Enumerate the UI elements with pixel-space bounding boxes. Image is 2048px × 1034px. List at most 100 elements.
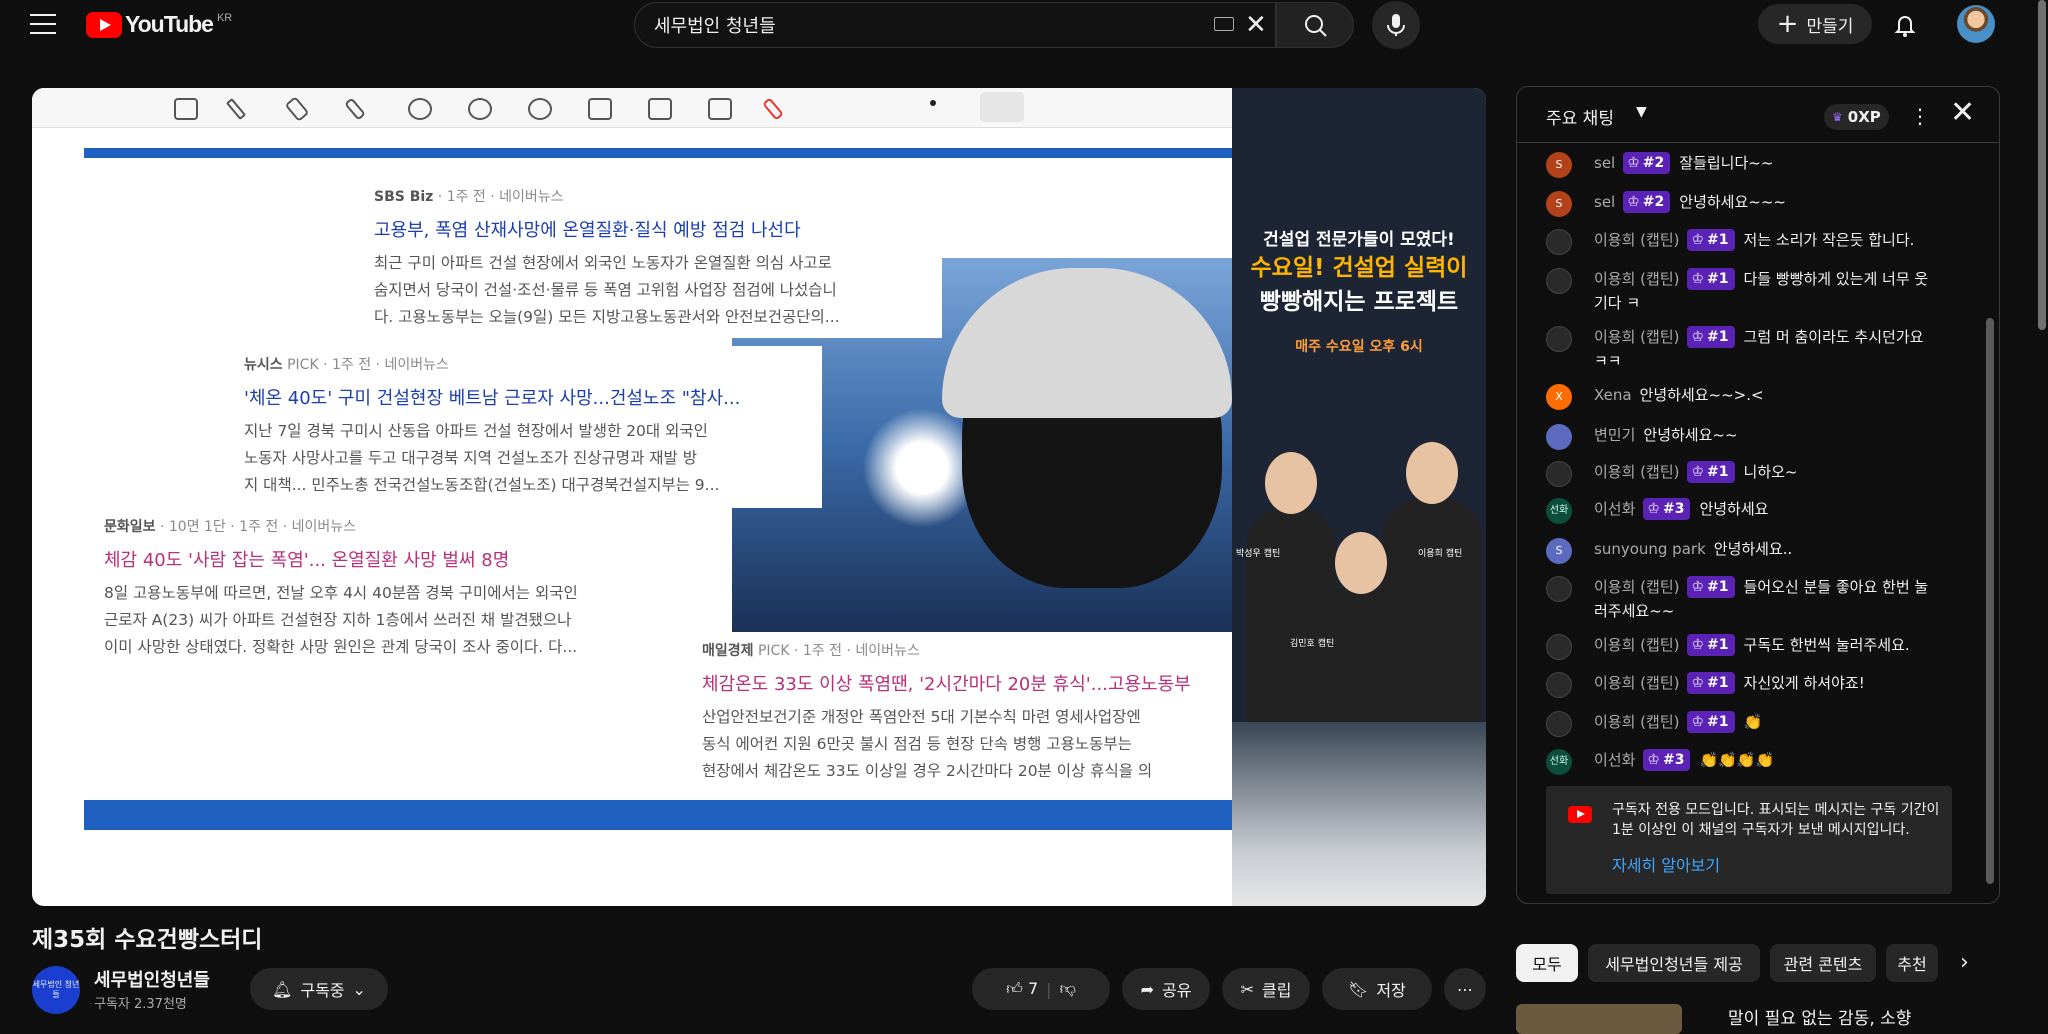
- chat-author[interactable]: Xena: [1594, 386, 1632, 404]
- chip-recommended[interactable]: 추천: [1886, 944, 1938, 982]
- channel-avatar[interactable]: 세무법인 청년들: [32, 966, 80, 1014]
- save-button[interactable]: 🔖︎ 저장: [1322, 968, 1432, 1010]
- search-input[interactable]: 세무법인 청년들: [654, 12, 776, 38]
- promo-schedule: 매주 수요일 오후 6시: [1295, 339, 1423, 355]
- chat-author[interactable]: sel: [1594, 193, 1615, 211]
- close-icon[interactable]: ✕: [1950, 98, 1975, 128]
- chat-text: 👏: [1743, 713, 1763, 731]
- chat-author[interactable]: sel: [1594, 154, 1615, 172]
- chat-author[interactable]: 이선화: [1594, 751, 1635, 769]
- notifications-bell-icon[interactable]: [1890, 10, 1920, 40]
- user-avatar[interactable]: [1546, 461, 1572, 487]
- news-source: SBS Biz: [374, 189, 434, 205]
- chat-text: 구독도 한번씩 눌러주세요.: [1743, 636, 1910, 654]
- menu-icon[interactable]: [30, 14, 56, 34]
- subscribe-button[interactable]: 🔔︎ 구독중 ⌄: [250, 968, 388, 1010]
- recommended-title[interactable]: 말이 필요 없는 감동, 소향: [1728, 1004, 1911, 1029]
- learn-more-link[interactable]: 자세히 알아보기: [1612, 852, 1720, 876]
- xp-badge[interactable]: ♛ 0XP: [1824, 104, 1889, 130]
- member-badge: #1: [1687, 229, 1735, 251]
- chat-scrollbar[interactable]: [1986, 318, 1994, 884]
- youtube-logo[interactable]: YouTube KR: [86, 11, 232, 38]
- search-button[interactable]: [1276, 2, 1354, 48]
- user-avatar[interactable]: [1546, 229, 1572, 255]
- chat-text: 안녕하세요: [1699, 500, 1769, 518]
- recommended-thumbnail[interactable]: [1516, 1004, 1682, 1034]
- user-avatar[interactable]: [1546, 634, 1572, 660]
- news-meta: · 1주 전 · 네이버뉴스: [437, 189, 564, 205]
- chat-mode-selector[interactable]: 주요 채팅: [1546, 104, 1614, 129]
- news-card: 문화일보 · 10면 1단 · 1주 전 · 네이버뉴스 체감 40도 '사람 …: [88, 508, 708, 676]
- chat-text: 👏👏👏👏: [1699, 751, 1775, 769]
- news-body-line: 지난 7일 경북 구미시 산동읍 아파트 건설 현장에서 발생한 20대 외국인: [244, 422, 708, 440]
- like-button[interactable]: 👍︎ 7: [1006, 979, 1038, 999]
- chevron-down-icon[interactable]: ▼: [1636, 104, 1647, 120]
- chat-author[interactable]: 이용희 (캡틴): [1594, 674, 1679, 692]
- user-avatar[interactable]: 선화: [1546, 749, 1572, 775]
- news-body-line: 다. 고용노동부는 오늘(9일) 모든 지방고용노동관서와 안전보건공단의...: [374, 308, 840, 326]
- chat-author[interactable]: 변민기: [1594, 426, 1635, 444]
- video-player[interactable]: SBS Biz · 1주 전 · 네이버뉴스 고용부, 폭염 산재사망에 온열질…: [32, 88, 1486, 906]
- subscribe-label: 구독중: [300, 981, 345, 1000]
- dislike-button[interactable]: 👎︎: [1060, 979, 1076, 999]
- chat-author[interactable]: 이용희 (캡틴): [1594, 713, 1679, 731]
- eraser-tool-icon: [284, 96, 310, 122]
- clear-search-icon[interactable]: ✕: [1245, 10, 1267, 40]
- share-button[interactable]: ➦ 공유: [1122, 968, 1210, 1010]
- clip-button[interactable]: ✂ 클립: [1222, 968, 1310, 1010]
- news-meta: PICK · 1주 전 · 네이버뉴스: [757, 643, 920, 659]
- chat-text: 자신있게 하셔야죠!: [1743, 674, 1865, 692]
- shapes-tool-icon: [408, 98, 432, 120]
- chat-message: 이용희 (캡틴) #1 그럼 머 춤이라도 추시던가요 ㅋㅋ: [1546, 325, 1966, 373]
- xp-value: 0XP: [1847, 108, 1881, 126]
- chevron-right-icon[interactable]: ›: [1960, 950, 1969, 975]
- user-avatar[interactable]: [1546, 672, 1572, 698]
- chat-author[interactable]: 이용희 (캡틴): [1594, 578, 1679, 596]
- user-avatar[interactable]: 선화: [1546, 498, 1572, 524]
- user-avatar[interactable]: [1546, 711, 1572, 737]
- news-body-line: 최근 구미 아파트 건설 현장에서 외국인 노동자가 온열질환 의심 사고로: [374, 254, 832, 272]
- chat-author[interactable]: 이용희 (캡틴): [1594, 636, 1679, 654]
- chat-message: 선화 이선화 #3 👏👏👏👏: [1546, 748, 1966, 775]
- chat-author[interactable]: sunyoung park: [1594, 540, 1706, 558]
- chip-related[interactable]: 관련 콘텐츠: [1770, 944, 1876, 982]
- page-scrollbar[interactable]: [2038, 0, 2046, 330]
- chat-message: S sel #2 안녕하세요~~~: [1546, 190, 1966, 217]
- member-badge: #2: [1623, 152, 1671, 174]
- user-avatar[interactable]: S: [1546, 152, 1572, 178]
- chat-text: 그럼 머 춤이라도 추시던가요: [1743, 328, 1924, 346]
- account-avatar[interactable]: [1957, 5, 1995, 43]
- chat-author[interactable]: 이용희 (캡틴): [1594, 328, 1679, 346]
- member-badge: #2: [1623, 191, 1671, 213]
- chat-author[interactable]: 이용희 (캡틴): [1594, 231, 1679, 249]
- create-button[interactable]: + 만들기: [1758, 4, 1872, 44]
- video-title: 제35회 수요건빵스터디: [32, 927, 263, 953]
- user-avatar[interactable]: [1546, 576, 1572, 602]
- chat-text: 기다 ㅋ: [1594, 294, 1641, 312]
- create-label: 만들기: [1806, 16, 1854, 37]
- user-avatar[interactable]: S: [1546, 538, 1572, 564]
- user-avatar[interactable]: [1546, 424, 1572, 450]
- notice-text: 구독자 전용 모드입니다. 표시되는 메시지는 구독 기간이 1분 이상인 이 …: [1612, 802, 1940, 838]
- news-title: 체감온도 33도 이상 폭염땐, '2시간마다 20분 휴식'...고용노동부: [702, 674, 1191, 695]
- chat-author[interactable]: 이선화: [1594, 500, 1635, 518]
- laser-pointer-icon: [762, 97, 784, 121]
- keyboard-icon[interactable]: [1214, 17, 1234, 31]
- user-avatar[interactable]: [1546, 326, 1572, 352]
- chat-author[interactable]: 이용희 (캡틴): [1594, 463, 1679, 481]
- chat-text: 안녕하세요..: [1713, 540, 1793, 558]
- channel-name[interactable]: 세무법인청년들: [94, 966, 210, 992]
- promo-sidebar: 건설업 전문가들이 모였다! 수요일! 건설업 실력이 빵빵해지는 프로젝트 매주…: [1232, 88, 1486, 906]
- more-actions-button[interactable]: ⋯: [1444, 968, 1486, 1010]
- user-avatar[interactable]: [1546, 268, 1572, 294]
- chip-from-channel[interactable]: 세무법인청년들 제공: [1588, 944, 1760, 982]
- user-avatar[interactable]: S: [1546, 191, 1572, 217]
- voice-search-button[interactable]: [1372, 1, 1420, 49]
- chat-message: S sel #2 잘들립니다~~: [1546, 151, 1966, 178]
- keyboard-tool-icon: [648, 98, 672, 120]
- user-avatar[interactable]: X: [1546, 384, 1572, 410]
- promo-title: 수요일! 건설업 실력이 빵빵해지는 프로젝트: [1232, 251, 1486, 319]
- more-vert-icon[interactable]: ⋮: [1910, 104, 1930, 128]
- chat-author[interactable]: 이용희 (캡틴): [1594, 270, 1679, 288]
- chip-all[interactable]: 모두: [1516, 944, 1578, 982]
